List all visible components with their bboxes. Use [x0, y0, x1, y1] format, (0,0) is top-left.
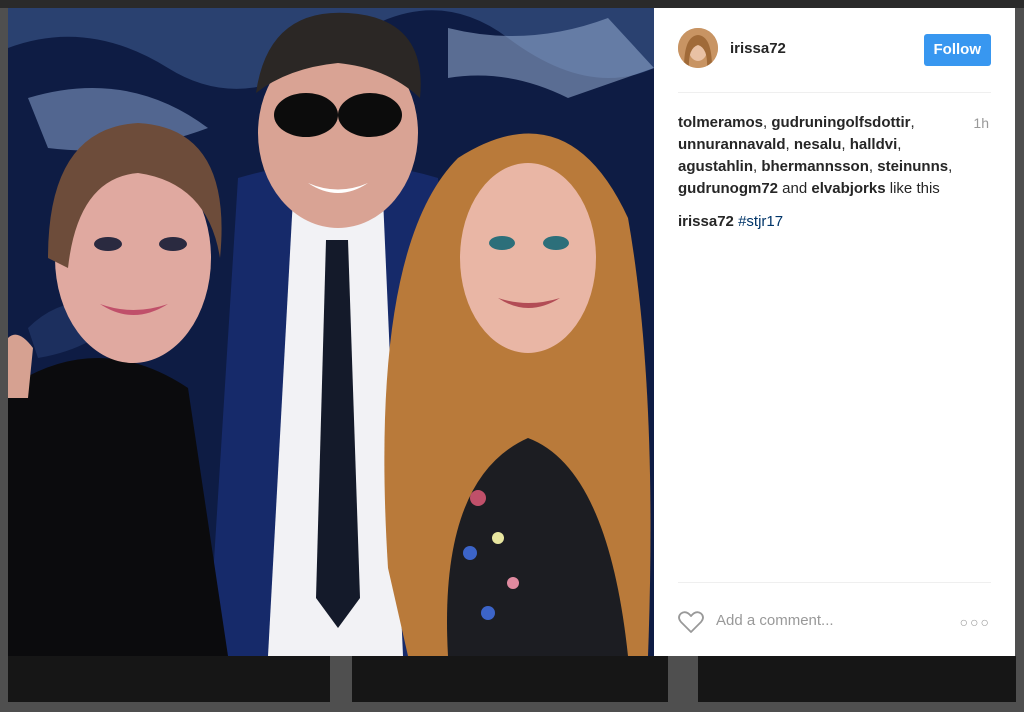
likes-and-text: and [782, 180, 808, 197]
more-options-icon[interactable]: ○○○ [960, 611, 991, 633]
liker-link[interactable]: elvabjorks [811, 180, 885, 197]
liker-link[interactable]: steinunns [877, 158, 948, 175]
avatar-illustration [678, 28, 718, 68]
liker-link[interactable]: gudruningolfsdottir [771, 114, 910, 131]
likes-suffix: like this [889, 180, 940, 197]
liker-link[interactable]: agustahlin [678, 158, 753, 175]
user-avatar[interactable] [678, 28, 718, 68]
background-thumbnail[interactable] [352, 656, 668, 702]
likes-summary: tolmeramos, gudruningolfsdottir, unnuran… [678, 114, 953, 197]
comment-input[interactable]: Add a comment... [716, 610, 834, 632]
post-username[interactable]: irissa72 [730, 40, 786, 57]
post-timestamp[interactable]: 1h [973, 112, 989, 134]
post-header: irissa72 Follow [678, 28, 991, 93]
post-footer: Add a comment... ○○○ [678, 582, 991, 657]
post-sidebar: irissa72 Follow tolmeramos, gudruningolf… [654, 8, 1015, 656]
background-thumbnail[interactable] [8, 656, 330, 702]
background-thumbnail[interactable] [698, 656, 1016, 702]
caption-username[interactable]: irissa72 [678, 213, 734, 230]
liker-link[interactable]: tolmeramos [678, 114, 763, 131]
liker-link[interactable]: nesalu [794, 136, 842, 153]
post-modal: irissa72 Follow tolmeramos, gudruningolf… [8, 8, 1015, 656]
liker-link[interactable]: gudrunogm72 [678, 180, 778, 197]
post-photo [8, 8, 654, 656]
background-top-strip [0, 0, 1024, 8]
caption-hashtag[interactable]: #stjr17 [738, 213, 783, 230]
liker-link[interactable]: bhermannsson [761, 158, 869, 175]
follow-button[interactable]: Follow [923, 34, 991, 66]
liker-link[interactable]: unnurannavald [678, 136, 786, 153]
liker-link[interactable]: halldvi [850, 136, 898, 153]
heart-icon[interactable] [678, 610, 704, 634]
photo-illustration [8, 8, 654, 656]
post-caption: irissa72 #stjr17 [678, 211, 783, 233]
